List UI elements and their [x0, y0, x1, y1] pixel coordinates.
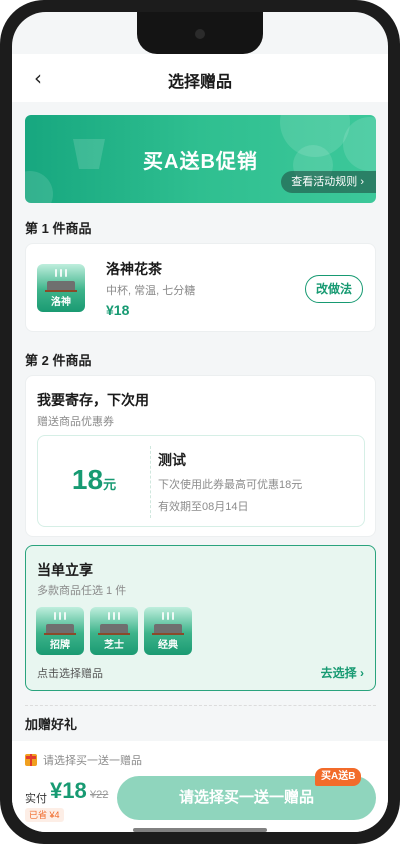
- gift-option-label: 经典: [158, 640, 178, 651]
- banner-title: 买A送B促销: [143, 151, 258, 173]
- instant-gift-subtitle: 多款商品任选 1 件: [37, 585, 127, 597]
- pay-amount: ¥18: [50, 778, 87, 803]
- instant-gift-title: 当单立享: [37, 562, 93, 578]
- cup-base-decoration: [98, 624, 130, 635]
- steam-decoration: [162, 612, 164, 620]
- gift-option[interactable]: 招牌: [36, 607, 84, 655]
- gift-option-label: 芝士: [104, 640, 124, 651]
- store-later-subtitle: 赠送商品优惠券: [37, 416, 114, 428]
- promo-badge: 买A送B: [315, 768, 362, 786]
- activity-rules-button[interactable]: 查看活动规则 ›: [281, 171, 376, 193]
- promo-banner: 买A送B促销 查看活动规则 ›: [25, 115, 376, 203]
- cup-base-decoration: [45, 281, 77, 292]
- steam-decoration: [55, 269, 57, 277]
- store-later-title: 我要寄存，下次用: [37, 392, 149, 408]
- steam-decoration: [59, 612, 61, 620]
- section-title-item-1: 第 1 件商品: [25, 221, 92, 236]
- gift-option[interactable]: 经典: [144, 607, 192, 655]
- banner-decoration: [25, 171, 53, 203]
- gift-icon: [25, 754, 37, 766]
- gift-select-hint: 点击选择赠品: [37, 668, 103, 680]
- product-thumbnail: 洛神: [37, 264, 85, 312]
- steam-decoration: [172, 612, 174, 620]
- product-card: 洛神 洛神花茶 中杯, 常温, 七分糖 ¥18 改做法: [25, 243, 376, 332]
- steam-decoration: [54, 612, 56, 620]
- steam-decoration: [118, 612, 120, 620]
- home-indicator: [133, 828, 267, 832]
- coupon-name: 测试: [158, 452, 186, 468]
- steam-decoration: [65, 269, 67, 277]
- section-title-item-2: 第 2 件商品: [25, 353, 92, 368]
- steam-decoration: [64, 612, 66, 620]
- checkout-bar: 请选择买一送一赠品 实付 ¥18 ¥22 已省 ¥4 请选择买一送一赠品 买A送…: [12, 741, 388, 832]
- coupon-card[interactable]: 18元 测试 下次使用此券最高可优惠18元 有效期至08月14日: [37, 435, 365, 527]
- store-later-card[interactable]: 我要寄存，下次用 赠送商品优惠券 18元 测试 下次使用此券最高可优惠18元 有…: [25, 375, 376, 537]
- gift-tip-text: 请选择买一送一赠品: [43, 755, 142, 767]
- saved-badge: 已省 ¥4: [25, 808, 64, 822]
- steam-decoration: [108, 612, 110, 620]
- thumbnail-label: 洛神: [51, 297, 71, 308]
- phone-frame: ‹ 选择赠品 买A送B促销 查看活动规则 › 第 1 件商品 洛神 洛神花茶 中…: [0, 0, 400, 844]
- camera-dot: [195, 29, 205, 39]
- pay-label: 实付: [25, 793, 47, 805]
- gift-option[interactable]: 芝士: [90, 607, 138, 655]
- product-name: 洛神花茶: [106, 261, 162, 277]
- coupon-amount: 18元: [38, 464, 150, 496]
- app-screen: ‹ 选择赠品 买A送B促销 查看活动规则 › 第 1 件商品 洛神 洛神花茶 中…: [12, 12, 388, 832]
- nav-bar: ‹ 选择赠品: [12, 54, 388, 102]
- coupon-divider: [150, 446, 151, 518]
- section-divider: [25, 705, 376, 706]
- steam-decoration: [167, 612, 169, 620]
- original-price: ¥22: [90, 789, 109, 801]
- gift-option-label: 招牌: [50, 640, 70, 651]
- product-spec: 中杯, 常温, 七分糖: [106, 285, 196, 297]
- product-price: ¥18: [106, 302, 130, 318]
- instant-gift-card[interactable]: 当单立享 多款商品任选 1 件 招牌 芝士 经典 点击选择赠品 去选择 ›: [25, 545, 376, 691]
- coupon-amount-number: 18: [71, 464, 104, 495]
- coupon-description: 下次使用此券最高可优惠18元: [158, 479, 303, 491]
- steam-decoration: [60, 269, 62, 277]
- cup-base-decoration: [44, 624, 76, 635]
- coupon-expiry: 有效期至08月14日: [158, 501, 249, 513]
- cup-base-decoration: [152, 624, 184, 635]
- change-recipe-button[interactable]: 改做法: [305, 275, 363, 303]
- device-notch: [137, 12, 263, 54]
- steam-decoration: [113, 612, 115, 620]
- choose-gift-link[interactable]: 去选择 ›: [321, 664, 364, 681]
- section-title-bonus: 加赠好礼: [25, 717, 78, 732]
- gift-tip: 请选择买一送一赠品: [25, 752, 142, 768]
- page-title: 选择赠品: [167, 74, 232, 91]
- coupon-amount-unit: 元: [103, 477, 117, 492]
